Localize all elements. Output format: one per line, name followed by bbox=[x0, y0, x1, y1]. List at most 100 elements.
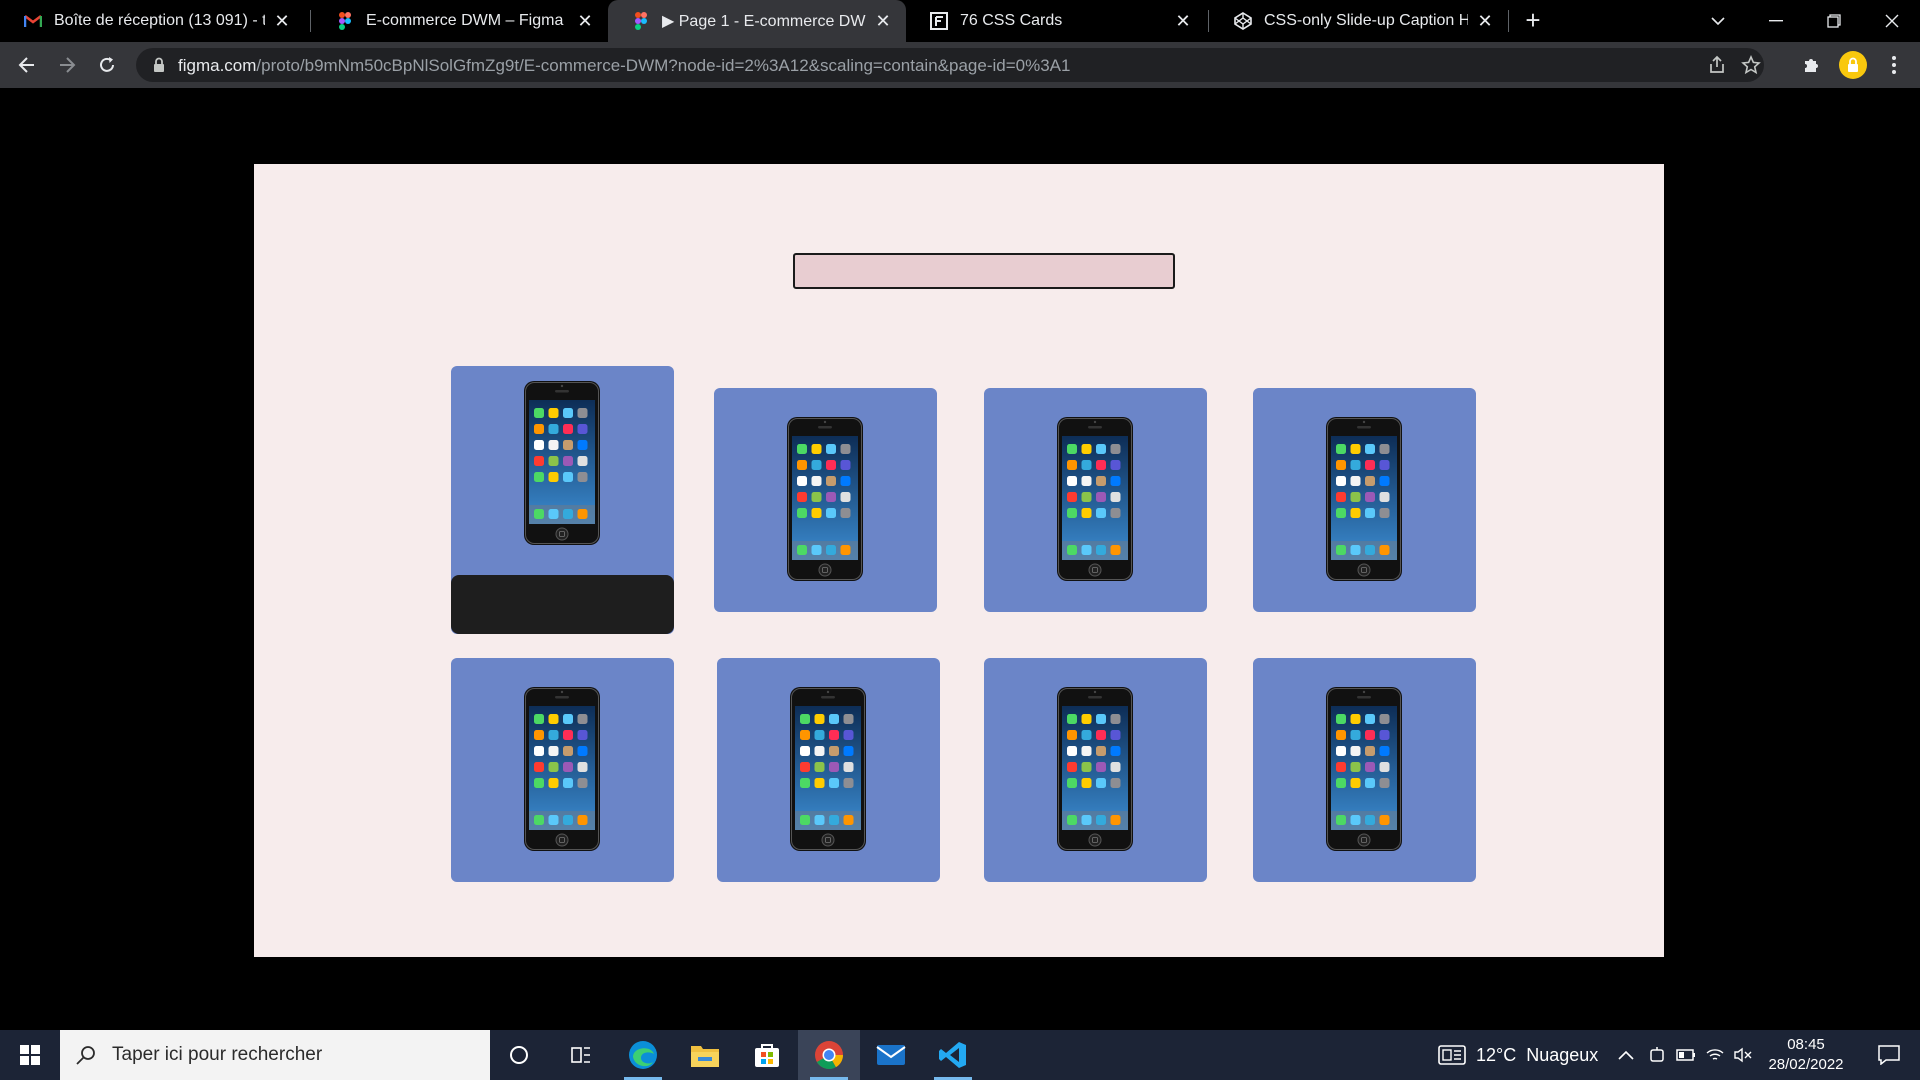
tab-title: 76 CSS Cards bbox=[960, 12, 1063, 29]
notification-center-icon bbox=[1878, 1045, 1900, 1065]
search-input[interactable] bbox=[793, 253, 1175, 289]
news-weather-icon bbox=[1438, 1045, 1466, 1065]
iphone-image bbox=[1055, 686, 1135, 852]
restore-button[interactable] bbox=[1806, 0, 1862, 42]
share-icon[interactable] bbox=[1706, 54, 1728, 76]
windows-taskbar: Taper ici pour rechercher 12°C Nuageux 0… bbox=[0, 1030, 1920, 1080]
product-card[interactable] bbox=[1253, 658, 1476, 882]
product-card[interactable] bbox=[714, 388, 937, 612]
bookmark-star-icon[interactable] bbox=[1740, 54, 1762, 76]
arrow-left-icon bbox=[18, 57, 34, 73]
close-icon[interactable]: ✕ bbox=[1174, 11, 1192, 31]
chrome-app[interactable] bbox=[798, 1030, 860, 1080]
close-window-button[interactable] bbox=[1864, 0, 1920, 42]
iphone-image bbox=[785, 416, 865, 582]
url-host: figma.com bbox=[178, 56, 257, 75]
address-bar[interactable]: figma.com/proto/b9mNm50cBpNlSolGfmZg9t/E… bbox=[136, 48, 1764, 82]
vscode-app[interactable] bbox=[922, 1030, 984, 1080]
figma-icon bbox=[336, 12, 354, 30]
windows-logo-icon bbox=[20, 1045, 40, 1065]
tab-css-cards[interactable]: 76 CSS Cards ✕ bbox=[906, 0, 1206, 42]
tab-search-button[interactable] bbox=[1690, 0, 1746, 42]
tab-title: CSS-only Slide-up Caption Hover bbox=[1264, 12, 1468, 29]
tab-separator bbox=[310, 10, 311, 32]
speaker-muted-icon[interactable] bbox=[1734, 1047, 1752, 1063]
product-card[interactable] bbox=[1253, 388, 1476, 612]
close-icon[interactable]: ✕ bbox=[874, 11, 892, 31]
mail-app[interactable] bbox=[860, 1030, 922, 1080]
clock-time: 08:45 bbox=[1787, 1036, 1825, 1053]
edge-icon bbox=[629, 1041, 657, 1069]
tab-separator bbox=[1508, 10, 1509, 32]
restore-icon bbox=[1827, 14, 1841, 28]
meet-now-icon[interactable] bbox=[1648, 1046, 1666, 1064]
taskbar-search-box[interactable]: Taper ici pour rechercher bbox=[60, 1030, 490, 1080]
tab-strip: Boîte de réception (13 091) - tim... ✕ E… bbox=[0, 0, 1920, 42]
url-path: /proto/b9mNm50cBpNlSolGfmZg9t/E-commerce… bbox=[256, 56, 1071, 75]
product-card[interactable] bbox=[984, 388, 1207, 612]
tab-figma-file[interactable]: E-commerce DWM – Figma ✕ bbox=[312, 0, 608, 42]
more-menu-icon[interactable] bbox=[1882, 53, 1906, 77]
minimize-icon bbox=[1769, 20, 1783, 22]
chevron-down-icon bbox=[1711, 17, 1725, 26]
chevron-up-icon[interactable] bbox=[1618, 1049, 1634, 1061]
lock-icon bbox=[1848, 57, 1858, 72]
extensions-puzzle-icon[interactable] bbox=[1800, 53, 1824, 77]
tab-title: Boîte de réception (13 091) - tim... bbox=[54, 12, 265, 29]
freefrontend-icon bbox=[930, 12, 948, 30]
weather-text: 12°C Nuageux bbox=[1476, 1044, 1599, 1065]
system-clock[interactable]: 08:45 28/02/2022 bbox=[1758, 1035, 1854, 1075]
tab-codepen[interactable]: CSS-only Slide-up Caption Hover ✕ bbox=[1210, 0, 1508, 42]
iphone-image bbox=[522, 686, 602, 852]
clock-date: 28/02/2022 bbox=[1768, 1056, 1844, 1073]
tab-title: E-commerce DWM – Figma bbox=[366, 12, 564, 29]
tab-title: ▶ Page 1 - E-commerce DWM bbox=[662, 13, 866, 30]
edge-app[interactable] bbox=[612, 1030, 674, 1080]
tab-gmail[interactable]: Boîte de réception (13 091) - tim... ✕ bbox=[0, 0, 305, 42]
task-view-button[interactable] bbox=[550, 1030, 612, 1080]
gmail-icon bbox=[24, 12, 42, 30]
back-button[interactable] bbox=[12, 50, 42, 80]
product-card[interactable] bbox=[717, 658, 940, 882]
reload-button[interactable] bbox=[92, 50, 122, 80]
wifi-icon[interactable] bbox=[1706, 1047, 1724, 1063]
iphone-image bbox=[1324, 686, 1404, 852]
profile-avatar[interactable] bbox=[1839, 51, 1867, 79]
product-card[interactable] bbox=[451, 658, 674, 882]
minimize-button[interactable] bbox=[1748, 0, 1804, 42]
codepen-icon bbox=[1234, 12, 1252, 30]
product-card[interactable] bbox=[984, 658, 1207, 882]
vscode-icon bbox=[939, 1042, 966, 1068]
battery-icon[interactable] bbox=[1676, 1048, 1696, 1062]
prototype-frame bbox=[254, 164, 1664, 957]
browser-toolbar: figma.com/proto/b9mNm50cBpNlSolGfmZg9t/E… bbox=[0, 42, 1920, 88]
new-tab-button[interactable]: + bbox=[1520, 7, 1546, 34]
weather-widget[interactable]: 12°C Nuageux bbox=[1438, 1030, 1598, 1080]
reload-icon bbox=[100, 57, 114, 72]
cortana-button[interactable] bbox=[488, 1030, 550, 1080]
arrow-right-icon bbox=[60, 57, 76, 73]
cortana-icon bbox=[510, 1046, 528, 1064]
taskbar-search-placeholder: Taper ici pour rechercher bbox=[112, 1044, 323, 1065]
lock-icon[interactable] bbox=[152, 57, 168, 73]
notifications-button[interactable] bbox=[1866, 1030, 1912, 1080]
microsoft-store-app[interactable] bbox=[736, 1030, 798, 1080]
start-button[interactable] bbox=[0, 1030, 60, 1080]
product-card-hovered[interactable] bbox=[451, 366, 674, 634]
tab-separator bbox=[1208, 10, 1209, 32]
search-icon bbox=[76, 1046, 95, 1065]
task-view-icon bbox=[571, 1047, 590, 1063]
close-icon[interactable]: ✕ bbox=[273, 11, 291, 31]
tab-figma-prototype[interactable]: ▶ Page 1 - E-commerce DWM ✕ bbox=[608, 0, 906, 42]
product-caption bbox=[451, 575, 674, 634]
close-icon[interactable]: ✕ bbox=[1476, 11, 1494, 31]
file-explorer-app[interactable] bbox=[674, 1030, 736, 1080]
store-icon bbox=[755, 1044, 779, 1067]
close-icon bbox=[1885, 14, 1899, 28]
close-icon[interactable]: ✕ bbox=[576, 11, 594, 31]
tray-icons bbox=[1618, 1030, 1752, 1080]
figma-icon bbox=[632, 12, 650, 30]
iphone-image bbox=[1055, 416, 1135, 582]
forward-button[interactable] bbox=[52, 50, 82, 80]
url-text[interactable]: figma.com/proto/b9mNm50cBpNlSolGfmZg9t/E… bbox=[178, 56, 1070, 76]
